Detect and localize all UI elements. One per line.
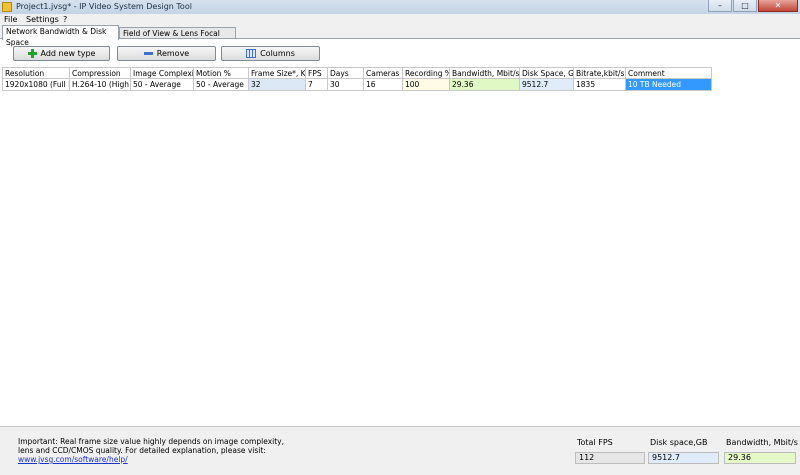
main-panel: Add new type Remove Columns Resolution C… — [0, 39, 800, 426]
window-title: Project1.jvsg* - IP Video System Design … — [16, 2, 192, 11]
menu-help[interactable]: ? — [63, 15, 67, 24]
column-header-bandwidth[interactable]: Bandwidth, Mbit/s — [450, 67, 520, 79]
total-disk-value: 9512.7 — [648, 452, 719, 464]
menu-bar: File Settings ? — [0, 14, 800, 25]
cell-days[interactable]: 30 — [328, 79, 364, 91]
total-fps-value: 112 — [575, 452, 645, 464]
total-bandwidth-value: 29.36 — [724, 452, 796, 464]
columns-button[interactable]: Columns — [221, 46, 320, 61]
menu-settings[interactable]: Settings — [26, 15, 59, 24]
total-bandwidth-label: Bandwidth, Mbit/s — [726, 438, 798, 447]
total-disk-label: Disk space,GB — [650, 438, 708, 447]
column-header-fps[interactable]: FPS — [306, 67, 328, 79]
footer-panel: Important: Real frame size value highly … — [0, 426, 800, 475]
cell-recording[interactable]: 100 — [403, 79, 450, 91]
column-header-image-complexity[interactable]: Image Complexity — [131, 67, 194, 79]
cell-resolution[interactable]: 1920x1080 (Full HD) — [2, 79, 70, 91]
add-new-type-label: Add new type — [40, 49, 96, 58]
menu-file[interactable]: File — [4, 15, 17, 24]
minimize-button[interactable]: – — [708, 0, 732, 12]
maximize-button[interactable]: □ — [733, 0, 757, 12]
cell-disk-space: 9512.7 — [520, 79, 574, 91]
cell-image-complexity[interactable]: 50 - Average — [131, 79, 194, 91]
column-header-days[interactable]: Days — [328, 67, 364, 79]
cell-fps[interactable]: 7 — [306, 79, 328, 91]
app-icon — [2, 2, 12, 12]
maximize-icon: □ — [741, 1, 749, 10]
column-header-comment[interactable]: Comment — [626, 67, 712, 79]
cell-compression[interactable]: H.264-10 (High Q — [70, 79, 131, 91]
close-button[interactable]: ✕ — [758, 0, 798, 12]
column-header-bitrate[interactable]: Bitrate,kbit/s — [574, 67, 626, 79]
column-header-cameras[interactable]: Cameras — [364, 67, 403, 79]
close-icon: ✕ — [774, 1, 782, 10]
plus-icon — [27, 49, 37, 58]
column-header-motion[interactable]: Motion % — [194, 67, 249, 79]
cell-frame-size[interactable]: 32 — [249, 79, 306, 91]
columns-icon — [246, 49, 257, 58]
cell-motion[interactable]: 50 - Average — [194, 79, 249, 91]
columns-label: Columns — [260, 49, 295, 58]
add-new-type-button[interactable]: Add new type — [13, 46, 110, 61]
column-header-resolution[interactable]: Resolution — [2, 67, 70, 79]
tab-strip: Network Bandwidth & Disk Space Field of … — [0, 25, 800, 49]
frame-size-note: Important: Real frame size value highly … — [18, 437, 288, 464]
help-link[interactable]: www.jvsg.com/software/help/ — [18, 455, 128, 464]
total-fps-label: Total FPS — [577, 438, 613, 447]
cell-bitrate: 1835 — [574, 79, 626, 91]
column-header-recording[interactable]: Recording % — [403, 67, 450, 79]
column-header-compression[interactable]: Compression — [70, 67, 131, 79]
tab-network-bandwidth[interactable]: Network Bandwidth & Disk Space — [2, 25, 119, 47]
column-header-disk-space[interactable]: Disk Space, GB — [520, 67, 574, 79]
note-text: Important: Real frame size value highly … — [18, 437, 284, 455]
cell-cameras[interactable]: 16 — [364, 79, 403, 91]
cell-comment[interactable]: 10 TB Needed — [626, 79, 712, 91]
remove-label: Remove — [156, 49, 190, 58]
column-header-frame-size[interactable]: Frame Size*, KB — [249, 67, 306, 79]
remove-button[interactable]: Remove — [117, 46, 216, 61]
minus-icon — [143, 52, 153, 55]
minimize-icon: – — [718, 1, 722, 10]
window-controls: – □ ✕ — [707, 0, 798, 14]
cell-bandwidth: 29.36 — [450, 79, 520, 91]
title-bar: Project1.jvsg* - IP Video System Design … — [0, 0, 800, 15]
